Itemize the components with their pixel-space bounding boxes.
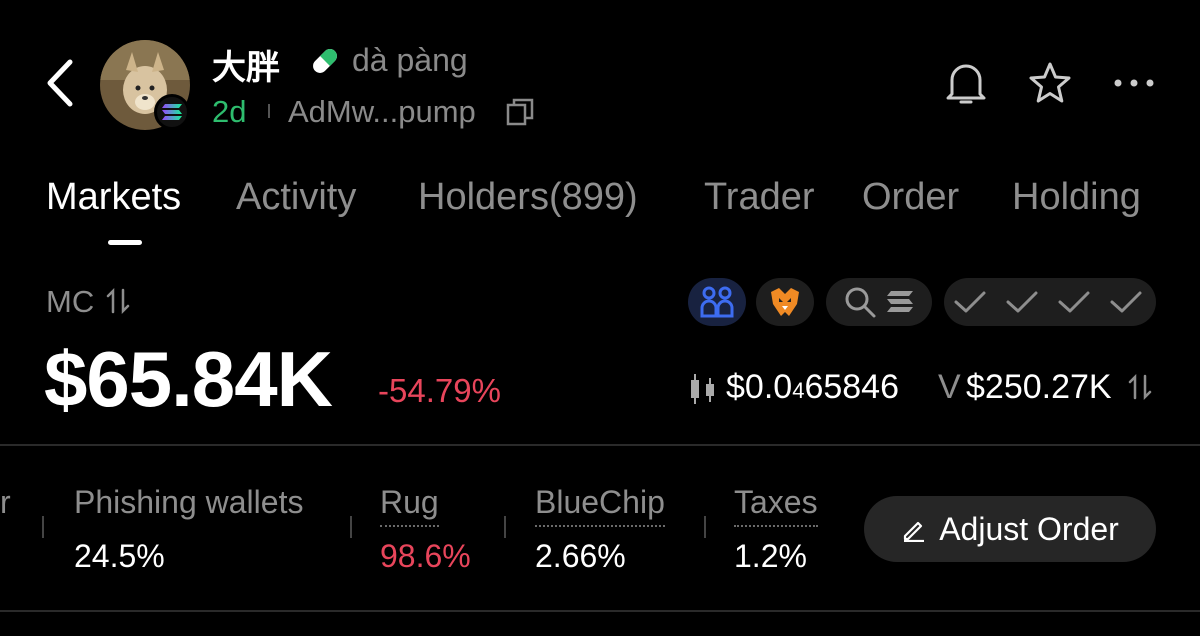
contract-address[interactable]: AdMw...pump	[288, 94, 476, 130]
tab-holding[interactable]: Holding	[1012, 176, 1141, 219]
solana-icon	[154, 94, 190, 130]
eagle-icon	[771, 288, 799, 316]
divider	[0, 444, 1200, 446]
active-tab-indicator	[108, 240, 142, 245]
more-icon[interactable]	[1112, 68, 1156, 98]
header-separator	[268, 104, 270, 118]
search-badge[interactable]	[826, 278, 932, 326]
tab-activity[interactable]: Activity	[236, 176, 356, 219]
holders-badge[interactable]	[688, 278, 746, 326]
back-icon[interactable]	[40, 58, 84, 108]
sort-toggle-icon[interactable]	[104, 287, 132, 315]
stat-value-bluechip: 2.66%	[535, 538, 626, 574]
token-name: 大胖	[212, 48, 280, 88]
stat-label-phishing: Phishing wallets	[74, 484, 304, 520]
adjust-order-button[interactable]: Adjust Order	[864, 496, 1156, 562]
stat-separator	[704, 516, 706, 538]
checkmark-icon	[954, 291, 1142, 313]
audit-checks-badge[interactable]	[944, 278, 1156, 326]
divider	[0, 610, 1200, 612]
volume-sort-icon[interactable]	[1126, 373, 1154, 401]
price-zero-count: 4	[792, 378, 805, 403]
volume-value: $250.27K	[966, 368, 1112, 406]
edit-icon	[904, 521, 925, 542]
token-age: 2d	[212, 94, 247, 129]
tab-markets[interactable]: Markets	[46, 176, 181, 219]
pill-icon	[308, 44, 342, 78]
tab-trader[interactable]: Trader	[704, 176, 815, 219]
mc-label: MC	[46, 284, 95, 319]
stat-value-rug: 98.6%	[380, 538, 471, 574]
copy-icon[interactable]	[505, 97, 535, 127]
candlestick-icon	[688, 372, 718, 406]
eagle-badge[interactable]	[756, 278, 814, 326]
solana-gray-icon	[887, 291, 913, 312]
stat-label-cut: r	[0, 484, 11, 520]
stat-separator	[350, 516, 352, 538]
people-icon	[700, 286, 734, 318]
adjust-order-label: Adjust Order	[939, 510, 1119, 547]
search-icon	[845, 287, 876, 318]
market-cap-value: $65.84K	[44, 335, 333, 423]
tab-holders[interactable]: Holders(899)	[418, 176, 638, 219]
tab-order[interactable]: Order	[862, 176, 959, 219]
price-prefix: $0.0	[726, 368, 793, 406]
volume-label: V	[938, 368, 961, 406]
stat-label-bluechip[interactable]: BlueChip	[535, 484, 665, 527]
stat-label-rug[interactable]: Rug	[380, 484, 439, 527]
market-cap-change: -54.79%	[378, 372, 501, 409]
token-pinyin: dà pàng	[352, 42, 468, 78]
stat-value-taxes: 1.2%	[734, 538, 807, 574]
stat-separator	[504, 516, 506, 538]
bell-icon[interactable]	[942, 58, 990, 108]
price-digits: 65846	[804, 368, 899, 406]
stat-separator	[42, 516, 44, 538]
stat-value-phishing: 24.5%	[74, 538, 165, 574]
stat-label-taxes[interactable]: Taxes	[734, 484, 818, 527]
token-price: $0.0465846	[726, 368, 899, 407]
star-icon[interactable]	[1026, 60, 1074, 106]
